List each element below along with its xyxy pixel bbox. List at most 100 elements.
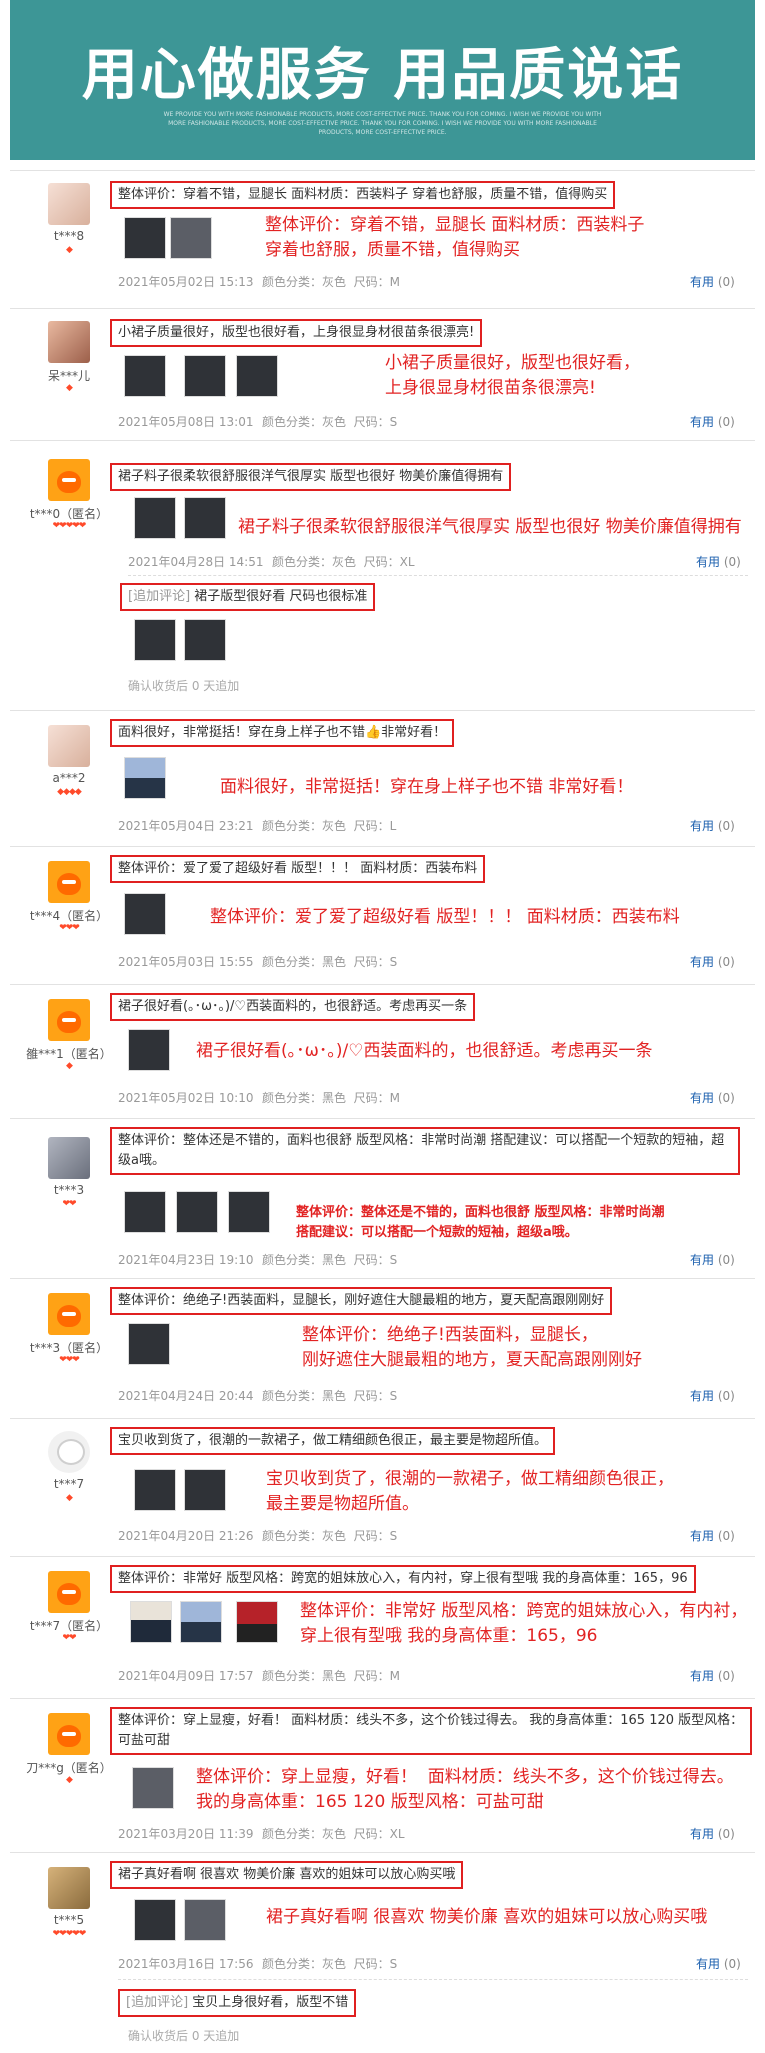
review-photo[interactable] [228, 1191, 270, 1233]
user-name: t***8 [53, 229, 85, 243]
review-sku: 颜色分类：黑色 尺码：M [262, 1669, 400, 1683]
useful-button[interactable]: 有用 (0) [690, 1089, 735, 1106]
useful-label[interactable]: 有用 [690, 275, 714, 289]
useful-button[interactable]: 有用 (0) [690, 953, 735, 970]
review-photo[interactable] [124, 757, 166, 799]
user-avatar[interactable] [48, 459, 90, 501]
useful-button[interactable]: 有用 (0) [690, 817, 735, 834]
review-date: 2021年05月02日 10:10 [118, 1091, 254, 1105]
useful-count: (0) [717, 1253, 735, 1267]
review-photo[interactable] [180, 1601, 222, 1643]
review-photo[interactable] [236, 1601, 278, 1643]
review-photo[interactable] [184, 1469, 226, 1511]
user-avatar[interactable] [48, 1713, 90, 1755]
user-avatar[interactable] [48, 999, 90, 1041]
append-tag: [追加评论] [128, 589, 191, 604]
useful-label[interactable]: 有用 [690, 1389, 714, 1403]
review-photo[interactable] [134, 497, 176, 539]
review-photo[interactable] [184, 619, 226, 661]
highlight-text: 整体评价：爱了爱了超级好看 版型！！！ 面料材质：西装布料 [210, 907, 680, 927]
review-photo[interactable] [184, 1899, 226, 1941]
user-level-badge: ◆◆◆◆ [57, 787, 82, 797]
user-level-badge: ❤❤ [62, 1633, 76, 1643]
review-date: 2021年05月03日 15:55 [118, 955, 254, 969]
useful-button[interactable]: 有用 (0) [690, 1667, 735, 1684]
user-level-badge: ❤❤❤ [59, 923, 80, 933]
useful-label[interactable]: 有用 [696, 1957, 720, 1971]
review-photo[interactable] [132, 1767, 174, 1809]
useful-label[interactable]: 有用 [690, 1253, 714, 1267]
useful-count: (0) [717, 1669, 735, 1683]
useful-label[interactable]: 有用 [690, 1529, 714, 1543]
user-name: t***5 [53, 1913, 85, 1927]
review-sku: 颜色分类：灰色 尺码：S [262, 415, 398, 429]
review-photo[interactable] [128, 1323, 170, 1365]
review-photo[interactable] [236, 355, 278, 397]
review-text: 裙子很好看(｡･ω･｡)/♡西装面料的，也很舒适。考虑再买一条 [110, 993, 476, 1021]
highlight-text: 整体评价：绝绝子!西装面料，显腿长， 刚好遮住大腿最粗的地方，夏天配高跟刚刚好 [302, 1325, 642, 1370]
useful-button[interactable]: 有用 (0) [690, 1527, 735, 1544]
useful-button[interactable]: 有用 (0) [690, 1251, 735, 1268]
review-item: 刀***g（匿名） ◆ 整体评价：穿上显瘦，好看！ 面料材质：线头不多，这个价钱… [10, 1698, 755, 1849]
user-avatar[interactable] [48, 1431, 90, 1473]
user-level-badge: ❤❤ [62, 1199, 76, 1209]
highlight-text: 整体评价：穿上显瘦，好看！ 面料材质：线头不多，这个价钱过得去。 我的身高体重：… [196, 1767, 734, 1812]
useful-button[interactable]: 有用 (0) [690, 413, 735, 430]
useful-label[interactable]: 有用 [690, 1091, 714, 1105]
user-avatar[interactable] [48, 861, 90, 903]
review-date: 2021年04月23日 19:10 [118, 1253, 254, 1267]
review-photo[interactable] [134, 619, 176, 661]
review-photo[interactable] [124, 893, 166, 935]
user-name: 刀***g（匿名） [26, 1761, 112, 1775]
review-item: a***2 ◆◆◆◆ 面料很好，非常挺括！穿在身上样子也不错👍非常好看！ 面料很… [10, 710, 755, 843]
review-date: 2021年03月16日 17:56 [118, 1957, 254, 1971]
user-level-badge: ◆ [66, 1775, 73, 1785]
review-photo[interactable] [176, 1191, 218, 1233]
user-avatar[interactable] [48, 725, 90, 767]
user-avatar[interactable] [48, 183, 90, 225]
useful-label[interactable]: 有用 [690, 955, 714, 969]
user-avatar[interactable] [48, 1137, 90, 1179]
review-text: 宝贝收到货了，很潮的一款裙子，做工精细颜色很正，最主要是物超所值。 [110, 1427, 556, 1455]
useful-label[interactable]: 有用 [690, 819, 714, 833]
useful-button[interactable]: 有用 (0) [696, 553, 741, 570]
review-photo[interactable] [170, 217, 212, 259]
user-level-badge: ❤❤❤ [59, 1355, 80, 1365]
review-photo[interactable] [124, 355, 166, 397]
useful-button[interactable]: 有用 (0) [690, 1387, 735, 1404]
review-photo[interactable] [134, 1899, 176, 1941]
banner-title: 用心做服务 用品质说话 [81, 43, 684, 108]
review-photo[interactable] [184, 355, 226, 397]
review-photo[interactable] [184, 497, 226, 539]
review-sku: 颜色分类：黑色 尺码：M [262, 1091, 400, 1105]
user-avatar[interactable] [48, 1571, 90, 1613]
review-photo[interactable] [124, 1191, 166, 1233]
useful-label[interactable]: 有用 [690, 1669, 714, 1683]
review-text: 裙子真好看啊 很喜欢 物美价廉 喜欢的姐妹可以放心购买哦 [110, 1861, 464, 1889]
useful-label[interactable]: 有用 [690, 415, 714, 429]
user-avatar[interactable] [48, 1867, 90, 1909]
user-avatar[interactable] [48, 1293, 90, 1335]
review-sku: 颜色分类：灰色 尺码：L [262, 819, 397, 833]
useful-count: (0) [717, 1827, 735, 1841]
useful-button[interactable]: 有用 (0) [690, 273, 735, 290]
highlight-text: 宝贝收到货了，很潮的一款裙子，做工精细颜色很正， 最主要是物超所值。 [266, 1469, 674, 1514]
useful-button[interactable]: 有用 (0) [696, 1955, 741, 1972]
review-sku: 颜色分类：黑色 尺码：S [262, 1253, 398, 1267]
useful-label[interactable]: 有用 [696, 555, 720, 569]
review-photo[interactable] [134, 1469, 176, 1511]
review-photo[interactable] [130, 1601, 172, 1643]
review-photo[interactable] [124, 217, 166, 259]
highlight-text: 整体评价：穿着不错，显腿长 面料材质：西装料子 穿着也舒服，质量不错，值得购买 [265, 215, 645, 260]
user-avatar[interactable] [48, 321, 90, 363]
review-photo[interactable] [128, 1029, 170, 1071]
user-name: 呆***儿 [47, 369, 90, 383]
review-date: 2021年03月20日 11:39 [118, 1827, 254, 1841]
useful-label[interactable]: 有用 [690, 1827, 714, 1841]
useful-button[interactable]: 有用 (0) [690, 1825, 735, 1842]
review-item: t***7（匿名） ❤❤ 整体评价：非常好 版型风格：跨宽的姐妹放心入，有内衬，… [10, 1556, 755, 1695]
useful-count: (0) [717, 275, 735, 289]
review-date: 2021年05月04日 23:21 [118, 819, 254, 833]
append-confirm-text: 确认收货后 0 天追加 [128, 679, 240, 693]
review-date: 2021年04月20日 21:26 [118, 1529, 254, 1543]
